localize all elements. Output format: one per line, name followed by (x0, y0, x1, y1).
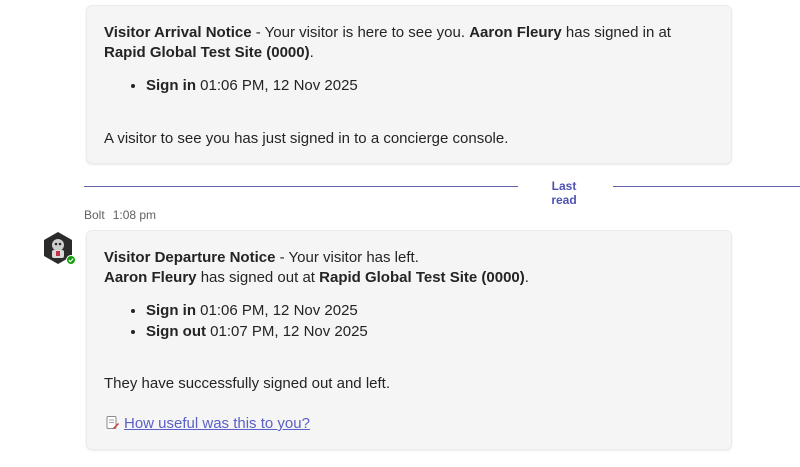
divider-line-right (613, 186, 800, 187)
list-item: Sign out 01:07 PM, 12 Nov 2025 (146, 321, 368, 342)
presence-available-icon (66, 255, 76, 265)
site-name: Rapid Global Test Site (0000) (319, 269, 525, 286)
notice-intro: Your visitor has left. (288, 249, 419, 266)
visitor-name: Aaron Fleury (104, 269, 197, 286)
list-item: Sign in 01:06 PM, 12 Nov 2025 (146, 75, 358, 96)
timestamp-list: Sign in 01:06 PM, 12 Nov 2025 Sign out 0… (104, 300, 368, 342)
message-body: Visitor Arrival Notice - Your visitor is… (104, 24, 671, 61)
notice-heading: Visitor Arrival Notice (104, 24, 252, 41)
notice-heading: Visitor Departure Notice (104, 249, 276, 266)
message-time: 1:08 pm (112, 208, 157, 222)
notice-intro: Your visitor is here to see you. (264, 24, 466, 41)
memo-icon (106, 416, 119, 429)
divider-line-left (84, 186, 518, 187)
message-footer: A visitor to see you has just signed in … (104, 130, 509, 147)
timestamp-list: Sign in 01:06 PM, 12 Nov 2025 (104, 75, 358, 96)
list-item: Sign in 01:06 PM, 12 Nov 2025 (146, 300, 368, 321)
message-card-departure: Visitor Departure Notice - Your visitor … (86, 230, 732, 450)
message-body: Visitor Departure Notice - Your visitor … (104, 249, 529, 286)
sender-name: Bolt (84, 208, 105, 222)
last-read-label: Last read (551, 179, 577, 207)
feedback-link[interactable]: How useful was this to you? (104, 414, 310, 434)
site-name: Rapid Global Test Site (0000) (104, 44, 310, 61)
visitor-name: Aaron Fleury (469, 24, 562, 41)
message-meta: Bolt 1:08 pm (84, 208, 156, 222)
last-read-divider: Last read (84, 177, 800, 207)
message-footer: They have successfully signed out and le… (104, 375, 390, 392)
message-card-arrival: Visitor Arrival Notice - Your visitor is… (86, 5, 732, 164)
avatar[interactable] (41, 231, 76, 265)
